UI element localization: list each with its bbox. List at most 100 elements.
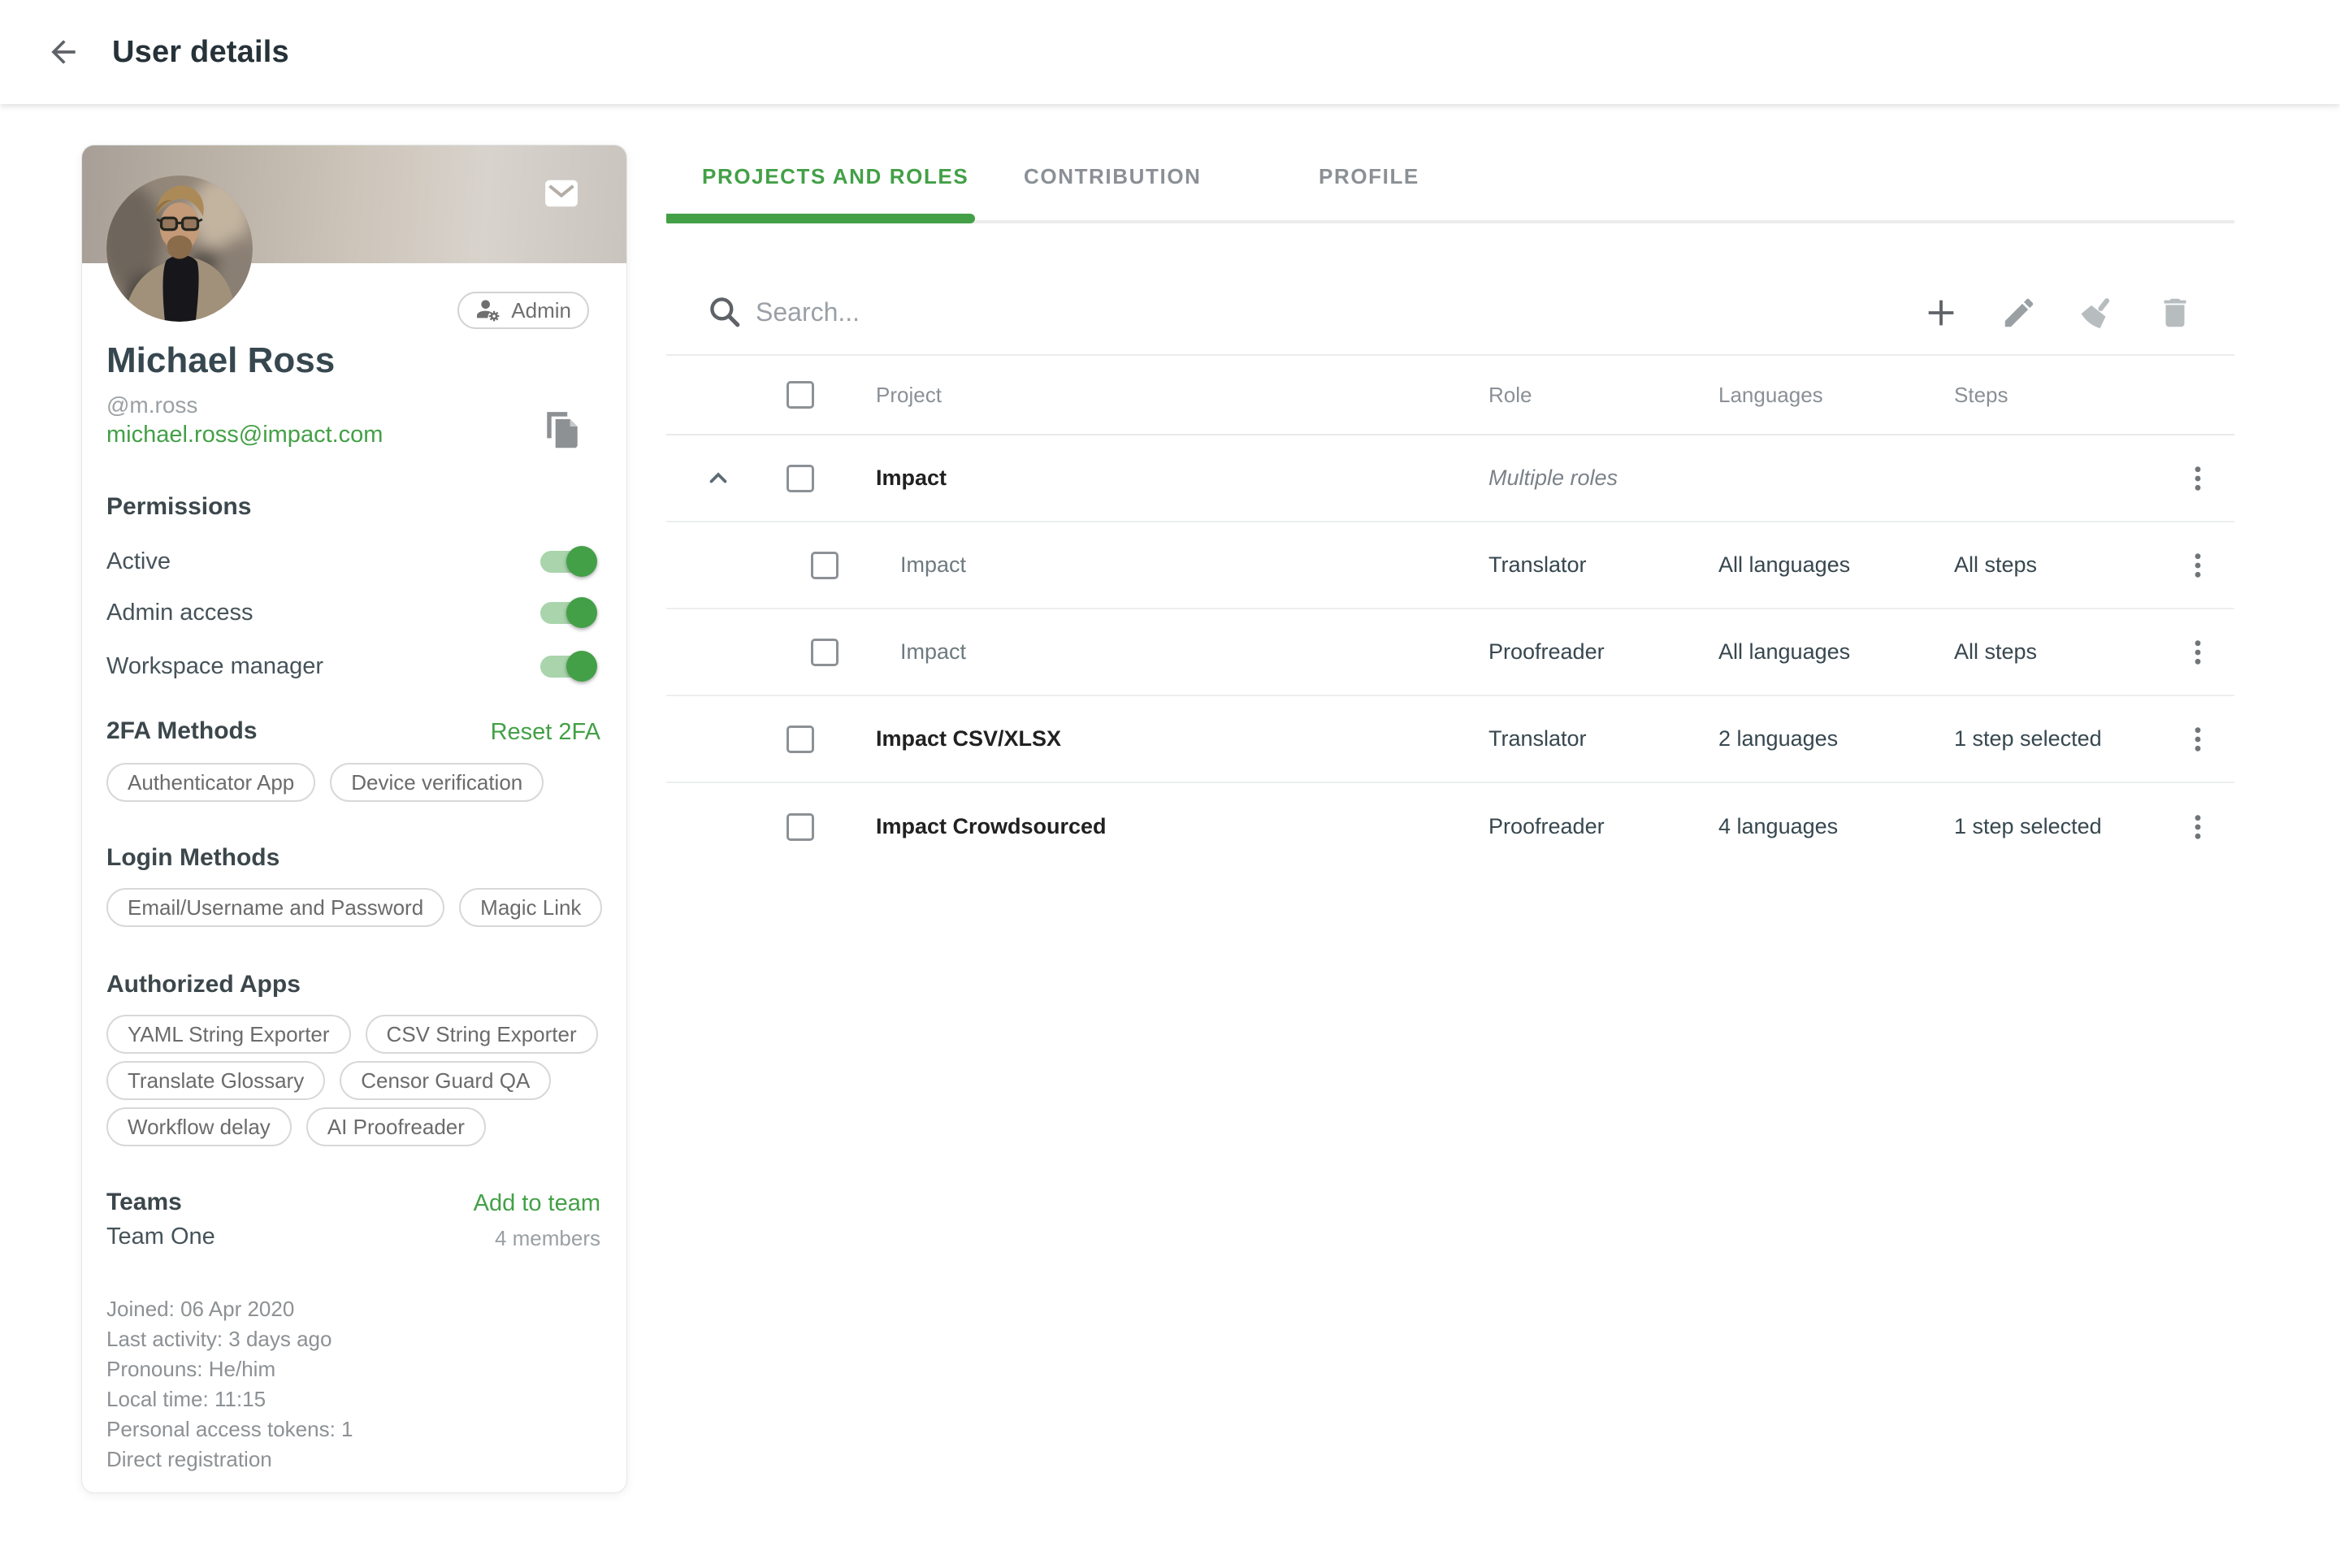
login-method-chips: Email/Username and Password Magic Link xyxy=(106,888,602,927)
project-role: Proofreader xyxy=(1488,639,1718,665)
toggle-row-admin-access: Admin access xyxy=(106,593,600,632)
toggle-row-workspace-manager: Workspace manager xyxy=(106,647,600,686)
active-tab-indicator xyxy=(666,214,975,223)
chevron-up-icon xyxy=(704,465,732,492)
admin-access-toggle[interactable] xyxy=(540,602,592,624)
kebab-icon xyxy=(2186,465,2210,492)
login-method-chip: Email/Username and Password xyxy=(106,888,444,927)
user-email-link[interactable]: michael.ross@impact.com xyxy=(106,422,383,448)
page-title: User details xyxy=(112,35,289,70)
add-to-team-link[interactable]: Add to team xyxy=(474,1190,600,1217)
app-chip: AI Proofreader xyxy=(306,1107,486,1146)
select-all-checkbox[interactable] xyxy=(786,381,814,409)
kebab-icon xyxy=(2186,639,2210,666)
toggle-label: Workspace manager xyxy=(106,653,323,680)
toggle-label: Admin access xyxy=(106,600,254,626)
kebab-icon xyxy=(2186,813,2210,841)
project-name: Impact Crowdsourced xyxy=(876,814,1488,839)
app-chip: Workflow delay xyxy=(106,1107,292,1146)
admin-user-gear-icon xyxy=(475,297,501,323)
user-handle: @m.ross xyxy=(106,392,197,418)
edit-button[interactable] xyxy=(2000,294,2038,331)
active-toggle[interactable] xyxy=(540,551,592,573)
project-steps: 1 step selected xyxy=(1954,814,2181,839)
user-meta-block: Joined: 06 Apr 2020 Last activity: 3 day… xyxy=(106,1294,353,1475)
row-menu-button[interactable] xyxy=(2181,810,2215,844)
app-chip: Translate Glossary xyxy=(106,1061,325,1100)
tab-projects-and-roles[interactable]: PROJECTS AND ROLES xyxy=(702,164,968,189)
meta-local-time: Local time: 11:15 xyxy=(106,1384,353,1414)
toggle-label: Active xyxy=(106,548,171,575)
project-role: Multiple roles xyxy=(1488,466,1718,491)
app-chip: CSV String Exporter xyxy=(366,1015,598,1054)
row-menu-button[interactable] xyxy=(2181,548,2215,583)
table-row: Impact Crowdsourced Proofreader 4 langua… xyxy=(666,783,2234,870)
project-name: Impact xyxy=(876,639,1488,665)
collapse-group-button[interactable] xyxy=(702,462,734,495)
row-checkbox[interactable] xyxy=(786,465,814,492)
avatar xyxy=(106,175,253,322)
meta-access-tokens: Personal access tokens: 1 xyxy=(106,1414,353,1445)
admin-badge: Admin xyxy=(457,292,589,329)
row-menu-button[interactable] xyxy=(2181,461,2215,496)
project-steps: All steps xyxy=(1954,639,2181,665)
copy-icon xyxy=(542,409,583,451)
table-row: Impact CSV/XLSX Translator 2 languages 1… xyxy=(666,696,2234,783)
tab-contribution[interactable]: CONTRIBUTION xyxy=(1024,164,1202,189)
project-steps: 1 step selected xyxy=(1954,726,2181,752)
table-row-sub: Impact Translator All languages All step… xyxy=(666,522,2234,609)
user-details-page: User details xyxy=(0,0,2340,1568)
pencil-icon xyxy=(2000,294,2038,331)
toggle-row-active: Active xyxy=(106,542,600,581)
broom-icon xyxy=(2078,294,2116,331)
project-languages: 4 languages xyxy=(1718,814,1954,839)
column-header-steps: Steps xyxy=(1954,383,2181,408)
table-toolbar xyxy=(1922,270,2194,356)
project-name: Impact CSV/XLSX xyxy=(876,726,1488,752)
tab-profile[interactable]: PROFILE xyxy=(1319,164,1419,189)
twofa-chip: Authenticator App xyxy=(106,763,315,802)
delete-button[interactable] xyxy=(2156,294,2194,331)
workspace-manager-toggle[interactable] xyxy=(540,656,592,678)
authorized-apps-chips-row2: Translate Glossary Censor Guard QA xyxy=(106,1061,551,1100)
project-name: Impact xyxy=(876,552,1488,578)
trash-icon xyxy=(2156,294,2194,331)
add-button[interactable] xyxy=(1922,294,1960,331)
search-icon xyxy=(707,294,743,330)
project-languages: All languages xyxy=(1718,552,1954,578)
login-method-chip: Magic Link xyxy=(459,888,602,927)
project-languages: All languages xyxy=(1718,639,1954,665)
project-role: Proofreader xyxy=(1488,814,1718,839)
send-email-button[interactable] xyxy=(544,178,579,209)
row-menu-button[interactable] xyxy=(2181,635,2215,669)
search-input[interactable] xyxy=(756,297,1690,327)
row-checkbox[interactable] xyxy=(786,726,814,753)
teams-title: Teams xyxy=(106,1189,182,1216)
row-checkbox[interactable] xyxy=(811,639,838,666)
row-checkbox[interactable] xyxy=(786,813,814,841)
project-name: Impact xyxy=(876,466,1488,491)
meta-last-activity: Last activity: 3 days ago xyxy=(106,1324,353,1354)
top-bar: User details xyxy=(0,0,2340,104)
table-row-group: Impact Multiple roles xyxy=(666,435,2234,522)
reset-2fa-link[interactable]: Reset 2FA xyxy=(491,719,600,746)
arrow-left-icon xyxy=(46,34,81,70)
authorized-apps-chips-row3: Workflow delay AI Proofreader xyxy=(106,1107,486,1146)
twofa-chips: Authenticator App Device verification xyxy=(106,763,544,802)
kebab-icon xyxy=(2186,552,2210,579)
row-checkbox[interactable] xyxy=(811,552,838,579)
copy-email-button[interactable] xyxy=(542,409,583,451)
app-chip: YAML String Exporter xyxy=(106,1015,351,1054)
admin-badge-label: Admin xyxy=(511,298,571,323)
plus-icon xyxy=(1922,294,1960,331)
twofa-chip: Device verification xyxy=(330,763,544,802)
column-header-languages: Languages xyxy=(1718,383,1954,408)
meta-joined: Joined: 06 Apr 2020 xyxy=(106,1294,353,1324)
twofa-title: 2FA Methods xyxy=(106,717,258,745)
authorized-apps-chips-row1: YAML String Exporter CSV String Exporter xyxy=(106,1015,598,1054)
permissions-title: Permissions xyxy=(106,493,251,521)
row-menu-button[interactable] xyxy=(2181,722,2215,756)
clear-button[interactable] xyxy=(2078,294,2116,331)
project-steps: All steps xyxy=(1954,552,2181,578)
back-button[interactable] xyxy=(44,32,83,71)
